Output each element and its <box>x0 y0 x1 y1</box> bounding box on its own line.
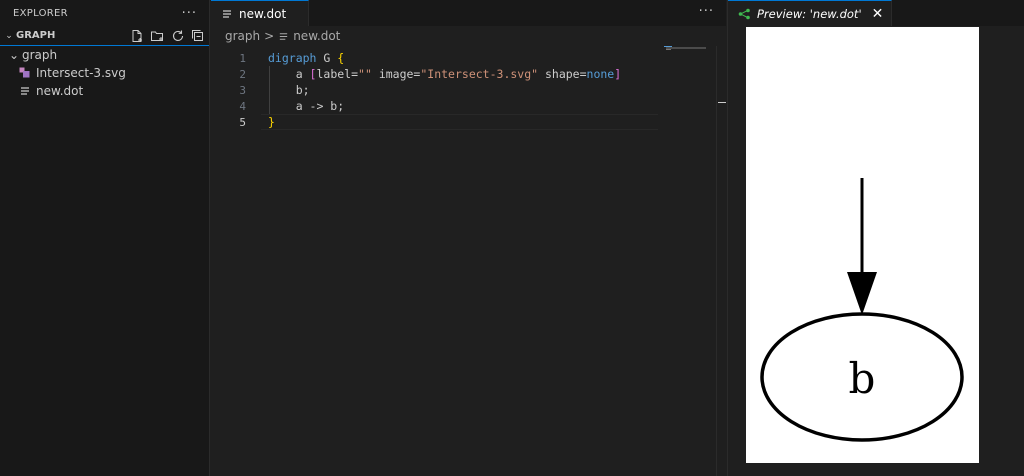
breadcrumb-separator: > <box>264 29 275 43</box>
line-number: 4 <box>239 99 246 113</box>
code-token: b; <box>268 83 310 97</box>
explorer-header: EXPLORER ··· <box>0 0 209 26</box>
editor-more-actions-icon[interactable]: ··· <box>699 4 714 19</box>
code-text: a [label="" image="Intersect-3.svg" shap… <box>268 67 621 81</box>
graph-preview-icon <box>738 8 750 19</box>
collapse-all-icon[interactable] <box>191 29 205 43</box>
code-token: digraph <box>268 51 317 65</box>
code-text: } <box>268 115 275 129</box>
code-token: ] <box>614 67 622 81</box>
code-line[interactable]: 3 b; <box>211 82 726 98</box>
code-text: digraph G { <box>268 51 344 65</box>
text-file-icon <box>223 9 231 18</box>
code-token: shape= <box>538 67 587 81</box>
code-editor[interactable]: 1 digraph G {2 a [label="" image="Interse… <box>211 46 726 130</box>
explorer-more-actions-icon[interactable]: ··· <box>182 6 197 21</box>
tab-label: new.dot <box>239 6 287 21</box>
editor-area: new.dot ··· graph > new.dot 1 digraph G {… <box>211 0 726 476</box>
code-text: b; <box>268 83 310 97</box>
code-token: { <box>337 51 345 65</box>
preview-panel: Preview: 'new.dot' ✕ b <box>727 0 1024 476</box>
minimap[interactable] <box>664 46 710 52</box>
explorer-title: EXPLORER <box>13 7 68 19</box>
preview-canvas: b <box>746 27 979 463</box>
code-token: image= <box>371 67 421 81</box>
chevron-down-icon: ⌄ <box>5 30 13 41</box>
code-token: a <box>268 67 310 81</box>
code-token: G <box>316 51 338 65</box>
code-token: label= <box>316 67 359 81</box>
node-b-label: b <box>849 354 876 403</box>
code-token: none <box>586 67 615 81</box>
line-number: 5 <box>239 115 246 129</box>
explorer-sidebar: EXPLORER ··· ⌄ GRAPH ⌄ graph Intersect-3… <box>0 0 210 476</box>
code-line[interactable]: 1 digraph G { <box>211 50 726 66</box>
tab-preview[interactable]: Preview: 'new.dot' ✕ <box>728 0 893 26</box>
file-label: Intersect-3.svg <box>36 66 126 80</box>
preview-tabbar: Preview: 'new.dot' ✕ <box>728 0 1024 26</box>
code-line[interactable]: 5} <box>211 114 726 130</box>
close-icon[interactable]: ✕ <box>872 6 884 22</box>
preview-tab-label: Preview: 'new.dot' <box>757 6 862 21</box>
svg-file-icon <box>18 66 32 80</box>
chevron-down-icon: ⌄ <box>8 48 20 62</box>
code-line[interactable]: 2 a [label="" image="Intersect-3.svg" sh… <box>211 66 726 82</box>
code-token: a -> b; <box>268 99 345 113</box>
line-number: 1 <box>239 51 246 65</box>
refresh-icon[interactable] <box>171 29 185 43</box>
breadcrumb-folder[interactable]: graph <box>225 29 260 43</box>
line-number: 3 <box>239 83 246 97</box>
tree-folder-graph[interactable]: ⌄ graph <box>0 46 209 64</box>
tab-new-dot[interactable]: new.dot <box>211 0 309 26</box>
new-folder-icon[interactable] <box>150 29 165 43</box>
new-file-icon[interactable] <box>130 29 144 43</box>
tree-file-newdot[interactable]: new.dot <box>0 82 209 100</box>
line-number: 2 <box>239 67 246 81</box>
scrollbar-cursor-marker <box>718 102 726 103</box>
graph-render: b <box>760 178 964 442</box>
code-token: } <box>268 115 275 129</box>
breadcrumb: graph > new.dot <box>211 26 726 46</box>
code-line[interactable]: 4 a -> b; <box>211 98 726 114</box>
breadcrumb-file[interactable]: new.dot <box>293 29 340 43</box>
section-title: GRAPH <box>16 30 56 41</box>
section-graph[interactable]: ⌄ GRAPH <box>0 26 209 46</box>
arrowhead <box>847 272 877 315</box>
text-file-icon <box>280 32 288 40</box>
text-file-icon <box>18 84 32 98</box>
code-token: "" <box>358 67 372 81</box>
code-text: a -> b; <box>268 99 344 113</box>
vertical-scrollbar[interactable] <box>716 46 726 476</box>
tree-file-intersect[interactable]: Intersect-3.svg <box>0 64 209 82</box>
editor-tabbar: new.dot ··· <box>211 0 726 26</box>
section-actions <box>130 29 209 43</box>
folder-label: graph <box>22 48 58 62</box>
code-token: "Intersect-3.svg" <box>420 67 539 81</box>
file-label: new.dot <box>36 84 84 98</box>
